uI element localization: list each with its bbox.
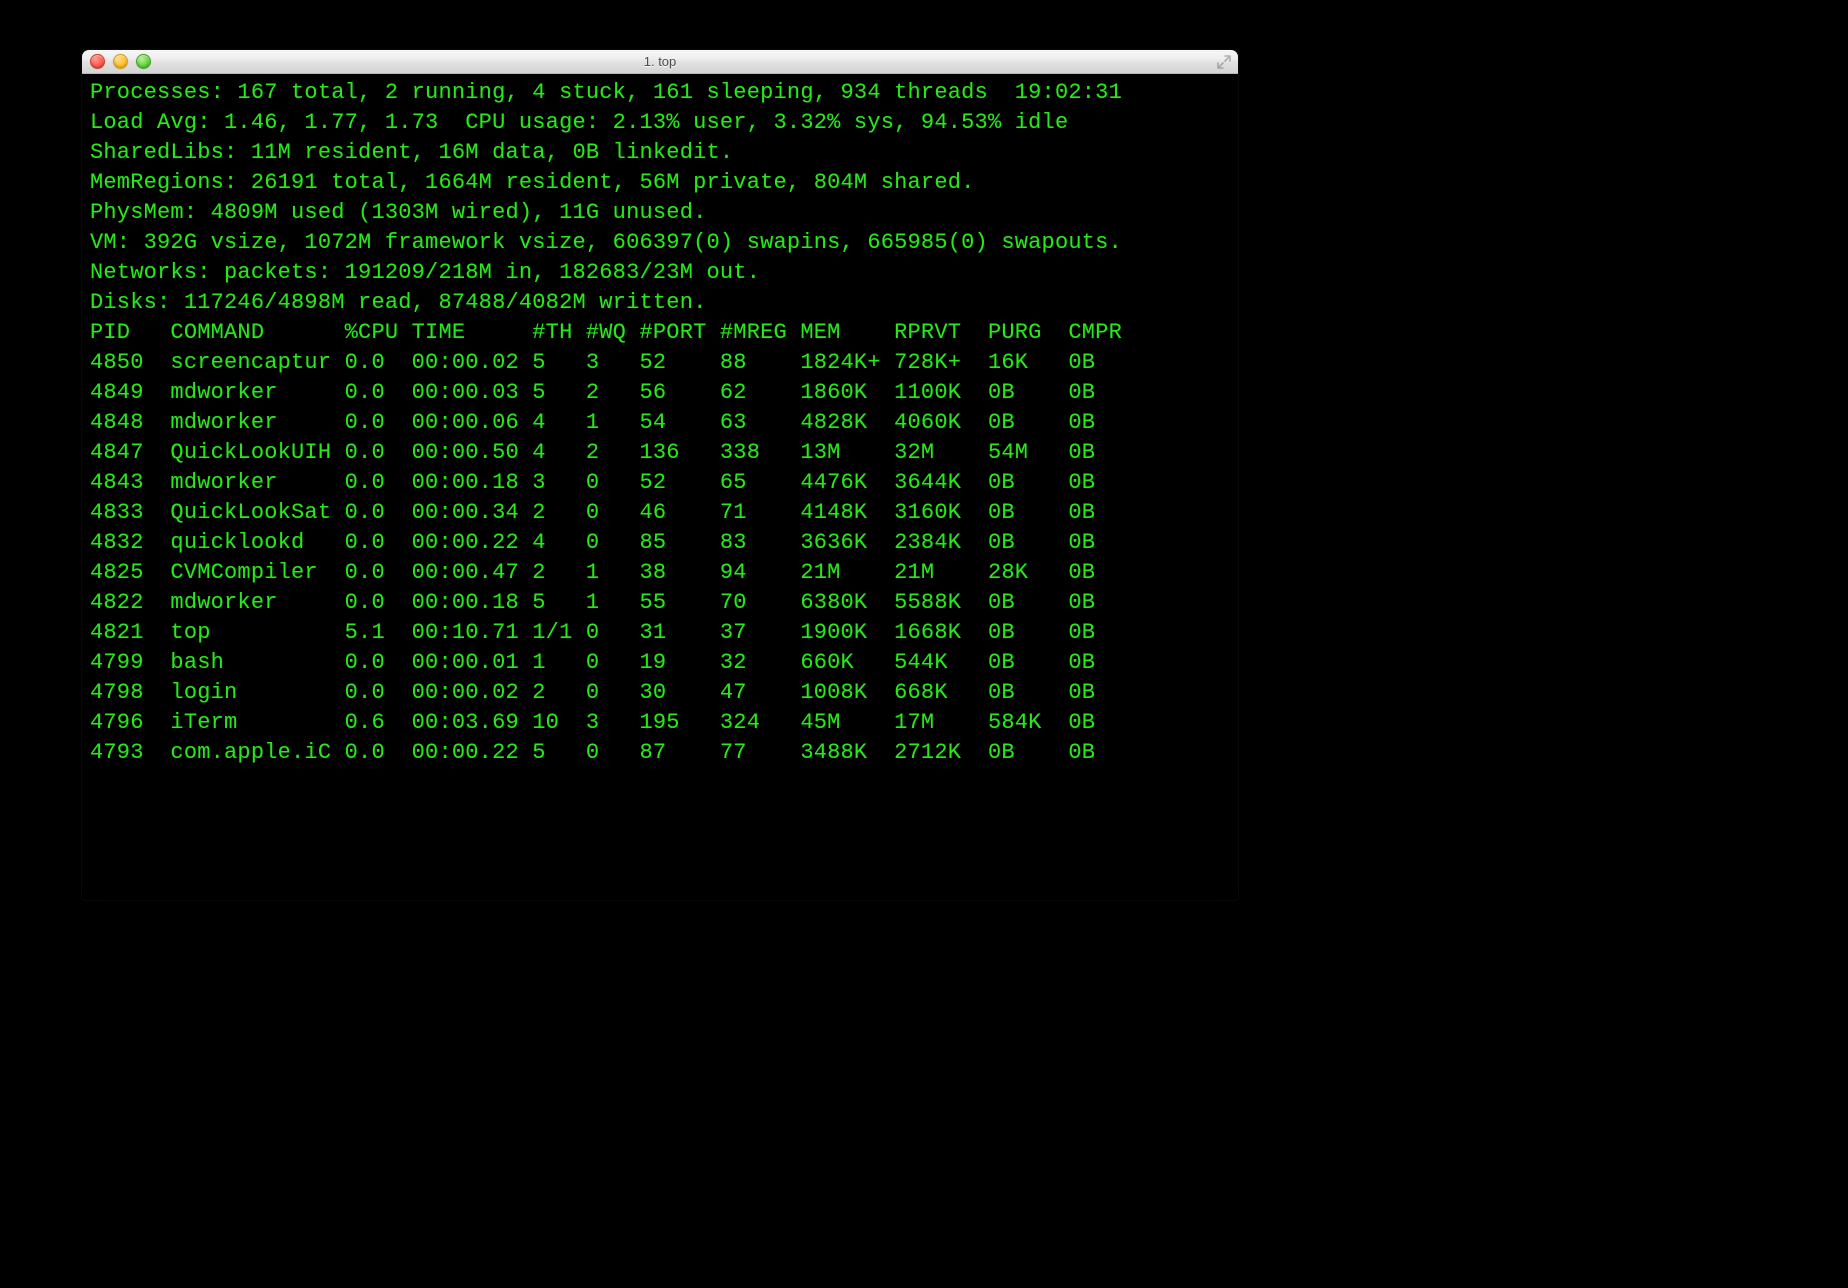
summary-line: MemRegions: 26191 total, 1664M resident,… <box>90 168 1230 198</box>
summary-line: Processes: 167 total, 2 running, 4 stuck… <box>90 78 1230 108</box>
window-title: 1. top <box>82 54 1238 69</box>
desktop: { "window": { "title": "1. top" }, "summ… <box>0 0 1848 1288</box>
summary-line: Load Avg: 1.46, 1.77, 1.73 CPU usage: 2.… <box>90 108 1230 138</box>
summary-line: Networks: packets: 191209/218M in, 18268… <box>90 258 1230 288</box>
process-row: 4848 mdworker 0.0 00:00.06 4 1 54 63 482… <box>90 408 1230 438</box>
summary-line: VM: 392G vsize, 1072M framework vsize, 6… <box>90 228 1230 258</box>
process-row: 4833 QuickLookSat 0.0 00:00.34 2 0 46 71… <box>90 498 1230 528</box>
process-row: 4821 top 5.1 00:10.71 1/1 0 31 37 1900K … <box>90 618 1230 648</box>
process-row: 4799 bash 0.0 00:00.01 1 0 19 32 660K 54… <box>90 648 1230 678</box>
summary-line: Disks: 117246/4898M read, 87488/4082M wr… <box>90 288 1230 318</box>
process-row: 4796 iTerm 0.6 00:03.69 10 3 195 324 45M… <box>90 708 1230 738</box>
process-row: 4849 mdworker 0.0 00:00.03 5 2 56 62 186… <box>90 378 1230 408</box>
fullscreen-icon[interactable] <box>1216 54 1232 70</box>
terminal-window: 1. top Processes: 167 total, 2 running, … <box>82 50 1238 900</box>
titlebar[interactable]: 1. top <box>82 50 1238 74</box>
process-table-header: PID COMMAND %CPU TIME #TH #WQ #PORT #MRE… <box>90 318 1230 348</box>
process-row: 4832 quicklookd 0.0 00:00.22 4 0 85 83 3… <box>90 528 1230 558</box>
traffic-lights <box>90 54 151 69</box>
minimize-icon[interactable] <box>113 54 128 69</box>
process-row: 4822 mdworker 0.0 00:00.18 5 1 55 70 638… <box>90 588 1230 618</box>
summary-line: SharedLibs: 11M resident, 16M data, 0B l… <box>90 138 1230 168</box>
process-row: 4793 com.apple.iC 0.0 00:00.22 5 0 87 77… <box>90 738 1230 768</box>
process-row: 4843 mdworker 0.0 00:00.18 3 0 52 65 447… <box>90 468 1230 498</box>
terminal-output[interactable]: Processes: 167 total, 2 running, 4 stuck… <box>82 74 1238 772</box>
close-icon[interactable] <box>90 54 105 69</box>
process-row: 4850 screencaptur 0.0 00:00.02 5 3 52 88… <box>90 348 1230 378</box>
zoom-icon[interactable] <box>136 54 151 69</box>
process-row: 4798 login 0.0 00:00.02 2 0 30 47 1008K … <box>90 678 1230 708</box>
summary-line: PhysMem: 4809M used (1303M wired), 11G u… <box>90 198 1230 228</box>
process-row: 4825 CVMCompiler 0.0 00:00.47 2 1 38 94 … <box>90 558 1230 588</box>
process-row: 4847 QuickLookUIH 0.0 00:00.50 4 2 136 3… <box>90 438 1230 468</box>
